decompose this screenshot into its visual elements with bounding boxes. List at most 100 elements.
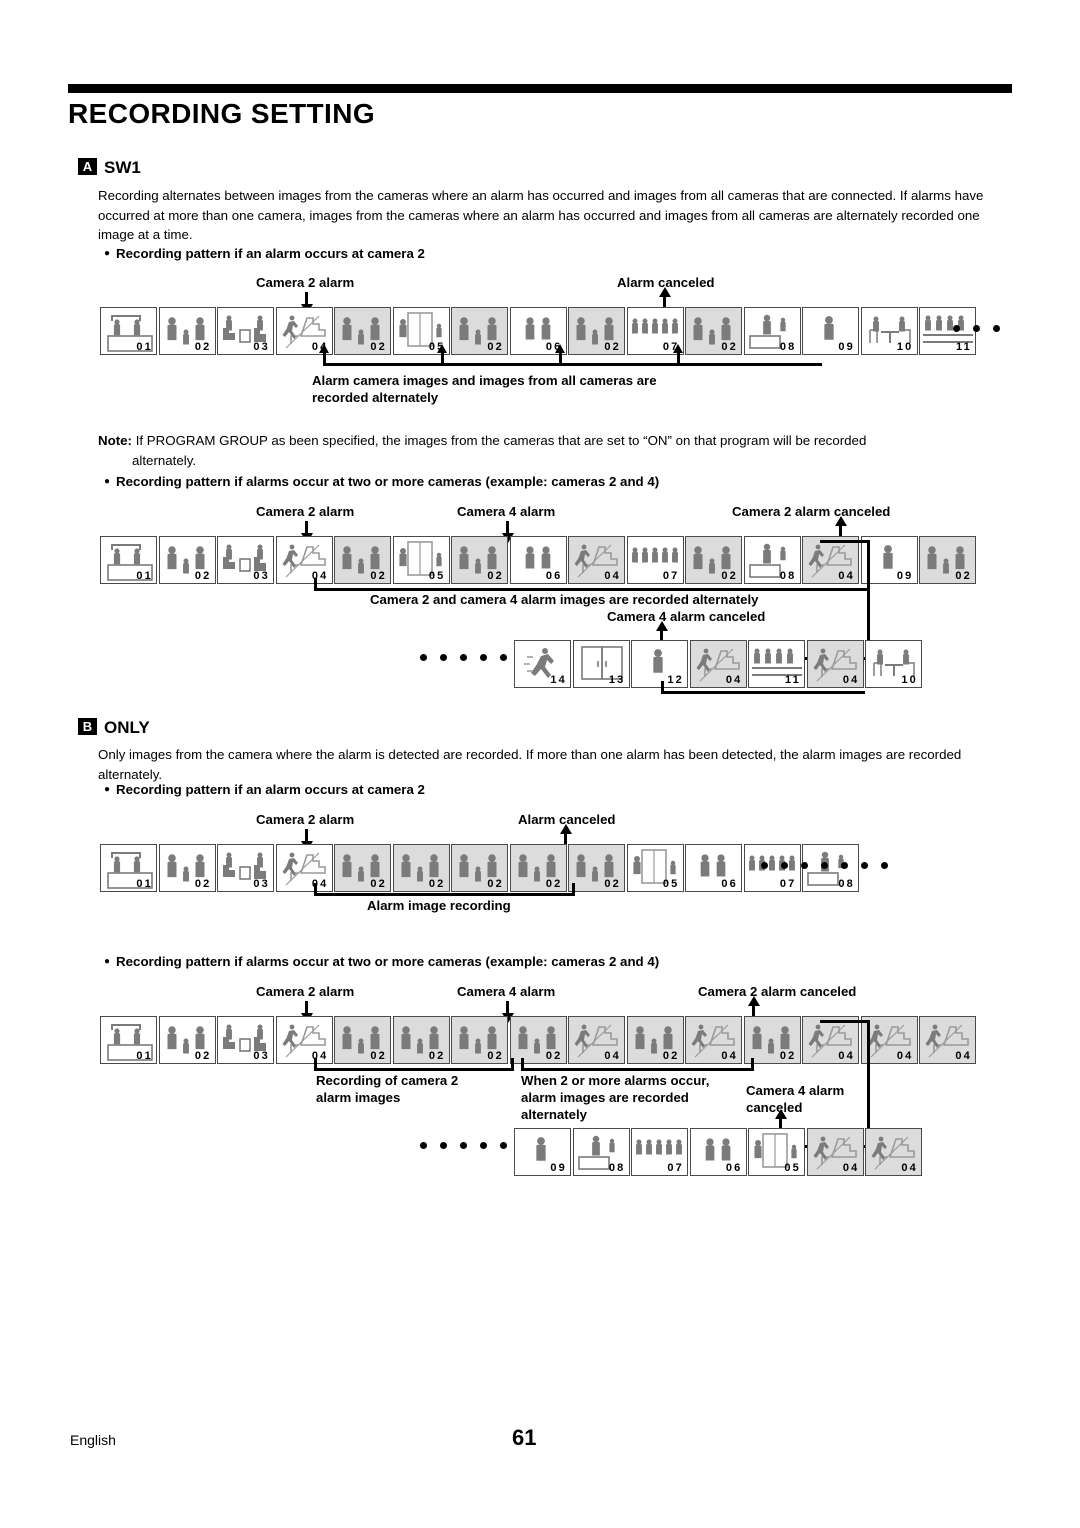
film-frame: 06 [509, 536, 567, 584]
film-frame: 09 [514, 1128, 571, 1176]
ellipsis-dot [801, 862, 808, 869]
film-frame: 04 [806, 1128, 864, 1176]
filmstrip-b1: 01 02 03 04 02 02 02 02 02 05 06 07 08 [100, 844, 861, 892]
ellipsis-dot [420, 654, 427, 661]
frame-number: 09 [896, 570, 914, 582]
film-frame: 06 [685, 844, 742, 892]
frame-number: 04 [604, 1050, 621, 1062]
film-frame: 03 [217, 307, 274, 355]
page-title: RECORDING SETTING [68, 98, 376, 129]
frame-number: 04 [311, 341, 329, 353]
film-frame: 02 [334, 307, 391, 355]
frame-number: 02 [779, 1050, 797, 1062]
frame-number: 05 [662, 878, 680, 890]
film-frame: 04 [689, 640, 747, 688]
film-frame: 03 [217, 1016, 274, 1064]
frame-number: 05 [784, 1162, 801, 1174]
ellipsis-dot [440, 1142, 447, 1149]
film-frame: 04 [275, 307, 333, 355]
frame-number: 07 [662, 570, 680, 582]
caption-b2-2-line2: alarm images are recorded [521, 1090, 689, 1105]
note-text: If PROGRAM GROUP as been specified, the … [135, 433, 867, 448]
film-frame: 02 [451, 536, 508, 584]
ellipsis-dot [500, 654, 507, 661]
bracket-b2-b-right [751, 1058, 754, 1071]
return-path-top-a2 [820, 540, 870, 543]
film-frame: 05 [392, 307, 450, 355]
film-frame: 04 [275, 1016, 333, 1064]
frame-number: 04 [604, 570, 621, 582]
frame-number: 08 [838, 878, 855, 890]
arrow-b2-camera2 [300, 1001, 313, 1023]
section-a-bullet-1: ● Recording pattern if an alarm occurs at… [104, 244, 425, 263]
frame-number: 11 [955, 341, 972, 353]
film-frame: 08 [743, 536, 801, 584]
ellipsis-dot [500, 1142, 507, 1149]
footer-page-number: 61 [512, 1425, 537, 1450]
frame-number: 02 [487, 341, 504, 353]
filmstrip-a2-row2: 14 13 12 04 11 04 10 [514, 640, 924, 688]
section-heading-a: A SW1 [78, 158, 141, 178]
ellipsis-dot [480, 1142, 487, 1149]
filmstrip-b2-row1: 01 02 03 04 02 02 02 02 04 02 04 02 04 0… [100, 1016, 978, 1064]
film-frame: 02 [568, 844, 625, 892]
film-frame: 04 [865, 1128, 922, 1176]
caption-b2-2-line1: When 2 or more alarms occur, [521, 1073, 710, 1088]
film-frame: 05 [626, 844, 684, 892]
section-a-note: Note: If PROGRAM GROUP as been specified… [98, 431, 1008, 470]
label-b1-camera2-alarm: Camera 2 alarm [256, 812, 355, 827]
frame-number: 08 [779, 341, 797, 353]
bracket-b1 [314, 893, 575, 896]
frame-number: 13 [608, 674, 626, 686]
bracket-a2-row2 [661, 691, 865, 694]
note-text-2: alternately. [132, 452, 197, 468]
film-frame: 02 [158, 1016, 216, 1064]
film-frame: 02 [334, 536, 391, 584]
label-b2-camera2-canceled: Camera 2 alarm canceled [698, 984, 857, 999]
film-frame: 02 [451, 307, 508, 355]
film-frame: 06 [689, 1128, 747, 1176]
caption-b2-3-line1: Camera 4 alarm [746, 1083, 845, 1098]
section-badge-b: B [78, 718, 97, 735]
film-frame: 02 [919, 536, 976, 584]
frame-number: 11 [784, 674, 801, 686]
frame-number: 04 [842, 1162, 860, 1174]
ellipsis-dot [881, 862, 888, 869]
ellipsis-dot [781, 862, 788, 869]
bullet-icon: ● [104, 784, 111, 795]
ellipsis-dot [993, 325, 1000, 332]
film-frame: 13 [572, 640, 630, 688]
frame-number: 04 [901, 1162, 918, 1174]
film-frame: 05 [392, 536, 450, 584]
frame-number: 08 [608, 1162, 626, 1174]
bullet-icon: ● [104, 476, 111, 487]
frame-number: 02 [662, 1050, 680, 1062]
bracket-tick-a1-2 [436, 344, 447, 366]
section-b-bullet-2: ● Recording pattern if alarms occur at tw… [104, 952, 659, 971]
frame-number: 02 [487, 878, 504, 890]
bracket-tick-a1-3 [554, 344, 565, 366]
ellipsis-a1 [953, 325, 1000, 332]
frame-number: 05 [428, 341, 446, 353]
film-frame: 07 [626, 536, 684, 584]
ellipsis-dot [861, 862, 868, 869]
frame-number: 10 [896, 341, 914, 353]
filmstrip-a1: 01 02 03 04 02 05 02 06 02 07 02 08 09 10 [100, 307, 978, 355]
bullet-icon: ● [104, 248, 111, 259]
frame-number: 12 [667, 674, 684, 686]
film-frame: 07 [631, 1128, 688, 1176]
frame-number: 02 [487, 570, 504, 582]
film-frame: 02 [334, 844, 391, 892]
bracket-b2-b-left [521, 1058, 524, 1071]
bracket-b2-a-right [511, 1058, 514, 1071]
ellipsis-dot [761, 862, 768, 869]
film-frame: 01 [100, 1016, 157, 1064]
bracket-b2-a [314, 1068, 514, 1071]
title-rule [68, 84, 1012, 93]
arrow-b1-camera2 [300, 829, 313, 851]
bracket-tick-a1-1 [318, 344, 329, 366]
section-a-bullet-1-text: Recording pattern if an alarm occurs at … [116, 246, 425, 261]
frame-number: 02 [194, 341, 212, 353]
ellipsis-dot [821, 862, 828, 869]
section-a-bullet-2-text: Recording pattern if alarms occur at two… [116, 474, 660, 489]
